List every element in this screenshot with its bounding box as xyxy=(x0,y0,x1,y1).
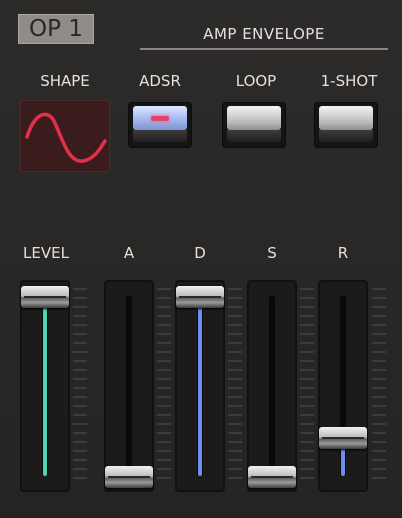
attack-slider[interactable] xyxy=(104,280,154,492)
adsr-active-led xyxy=(151,116,169,121)
tick-strip xyxy=(73,288,87,484)
mode-label-1shot: 1-SHOT xyxy=(320,72,378,90)
loop-button[interactable] xyxy=(222,102,286,148)
adsr-button[interactable] xyxy=(128,102,192,148)
section-divider xyxy=(140,48,388,50)
shape-selector[interactable] xyxy=(20,100,110,172)
sine-wave-icon xyxy=(25,112,107,163)
slider-label-attack: A xyxy=(123,244,135,262)
level-slider[interactable] xyxy=(20,280,70,492)
operator-panel: OP 1 AMP ENVELOPE SHAPE ADSR LOOP 1-SHOT… xyxy=(0,0,402,518)
slider-label-release: R xyxy=(337,244,349,262)
shape-label: SHAPE xyxy=(40,72,90,90)
one-shot-button[interactable] xyxy=(314,102,378,148)
attack-slider-handle[interactable] xyxy=(105,466,153,488)
decay-fill xyxy=(198,296,202,476)
sustain-slider[interactable] xyxy=(247,280,297,492)
operator-badge: OP 1 xyxy=(18,14,94,44)
decay-slider-handle[interactable] xyxy=(176,285,224,308)
level-fill xyxy=(43,296,47,476)
loop-button-cap xyxy=(227,106,281,130)
adsr-button-cap xyxy=(133,106,187,130)
decay-slider[interactable] xyxy=(175,280,225,492)
slider-label-level: LEVEL xyxy=(23,244,69,262)
one-shot-button-cap xyxy=(319,106,373,130)
release-slider[interactable] xyxy=(318,280,368,492)
section-title: AMP ENVELOPE xyxy=(203,25,325,43)
tick-strip xyxy=(372,288,386,484)
mode-label-adsr: ADSR xyxy=(139,72,181,90)
level-slider-handle[interactable] xyxy=(21,285,69,308)
tick-strip xyxy=(157,288,171,484)
tick-strip xyxy=(228,288,242,484)
slider-label-sustain: S xyxy=(267,244,277,262)
sustain-slider-handle[interactable] xyxy=(248,466,296,488)
release-slider-handle[interactable] xyxy=(319,427,367,450)
tick-strip xyxy=(300,288,314,484)
mode-label-loop: LOOP xyxy=(235,72,277,90)
slider-label-decay: D xyxy=(194,244,206,262)
